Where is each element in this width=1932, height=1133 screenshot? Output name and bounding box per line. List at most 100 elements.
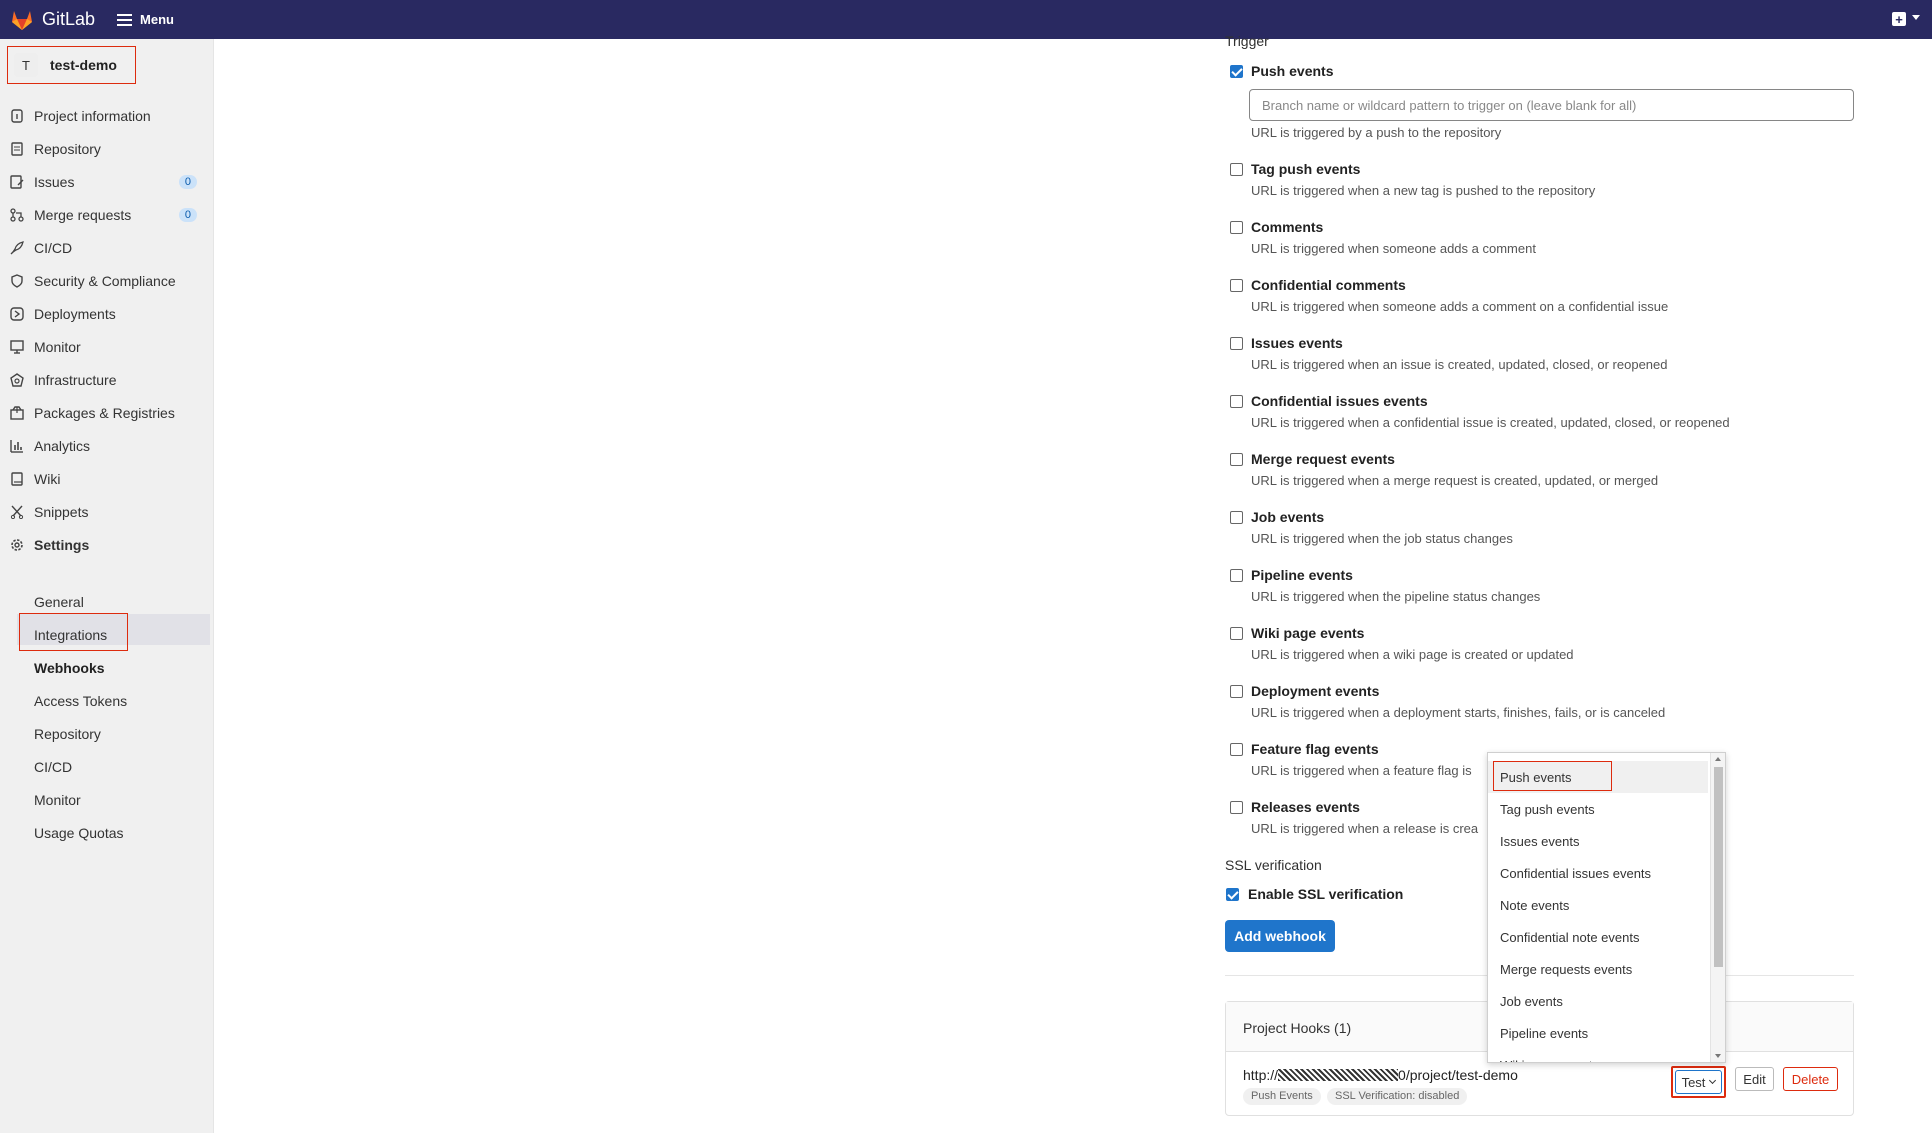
confidential-issues-events-checkbox[interactable] — [1230, 395, 1243, 408]
project-avatar: T — [14, 53, 38, 77]
ssl-status-chip: SSL Verification: disabled — [1327, 1088, 1468, 1105]
sidebar-item-project-information[interactable]: Project information — [0, 102, 214, 130]
gear-icon — [10, 538, 24, 552]
settings-sub-monitor[interactable]: Monitor — [34, 792, 81, 808]
sidebar-item-label: Security & Compliance — [34, 273, 176, 289]
sidebar-item-deployments[interactable]: Deployments — [0, 300, 214, 328]
settings-sub-access-tokens[interactable]: Access Tokens — [34, 693, 127, 709]
package-icon — [10, 406, 24, 420]
comments-checkbox[interactable] — [1230, 221, 1243, 234]
settings-sub-repository[interactable]: Repository — [34, 726, 101, 742]
settings-sub-ci-cd[interactable]: CI/CD — [34, 759, 72, 775]
sidebar-item-repository[interactable]: Repository — [0, 135, 214, 163]
event-description: URL is triggered when the job status cha… — [1251, 531, 1513, 546]
push-events-checkbox[interactable] — [1230, 65, 1243, 78]
sidebar-item-settings[interactable]: Settings — [0, 531, 214, 559]
sidebar-item-label: Project information — [34, 108, 151, 124]
sidebar-item-label: Deployments — [34, 306, 116, 322]
rocket-icon — [10, 241, 24, 255]
sidebar-item-infrastructure[interactable]: Infrastructure — [0, 366, 214, 394]
sidebar-item-wiki[interactable]: Wiki — [0, 465, 214, 493]
sidebar-item-analytics[interactable]: Analytics — [0, 432, 214, 460]
confidential-comments-checkbox[interactable] — [1230, 279, 1243, 292]
doc-icon — [10, 142, 24, 156]
tag-push-events-checkbox[interactable] — [1230, 163, 1243, 176]
settings-sub-general[interactable]: General — [34, 594, 84, 610]
settings-sub-usage-quotas[interactable]: Usage Quotas — [34, 825, 124, 841]
hamburger-icon — [117, 13, 133, 26]
test-hook-button[interactable]: Test — [1675, 1070, 1722, 1094]
sidebar-item-label: CI/CD — [34, 240, 73, 256]
delete-hook-button[interactable]: Delete — [1783, 1067, 1838, 1091]
sidebar-item-label: Issues — [34, 174, 75, 190]
project-header[interactable]: T test-demo — [7, 46, 136, 84]
releases-events-checkbox[interactable] — [1230, 801, 1243, 814]
branch-filter-input[interactable] — [1249, 89, 1854, 121]
pipeline-events-checkbox[interactable] — [1230, 569, 1243, 582]
settings-sub-webhooks[interactable]: Webhooks — [34, 660, 105, 676]
hook-url-suffix: 0/project/test-demo — [1398, 1067, 1518, 1083]
event-label: Tag push events — [1251, 161, 1361, 177]
logo-text: GitLab — [42, 9, 96, 29]
sidebar-item-label: Merge requests — [34, 207, 132, 223]
dropdown-item-confidential-issues-events[interactable]: Confidential issues events — [1488, 857, 1708, 889]
sidebar-item-label: Settings — [34, 537, 90, 553]
scrollbar-thumb[interactable] — [1714, 767, 1723, 967]
sidebar: T test-demo Project information Reposito… — [0, 39, 214, 1133]
dropdown-item-job-events[interactable]: Job events — [1488, 985, 1708, 1017]
dropdown-item-wiki-page-events[interactable]: Wiki page events — [1488, 1049, 1708, 1063]
sidebar-item-label: Repository — [34, 141, 101, 157]
book-icon — [10, 472, 24, 486]
sidebar-item-label: Snippets — [34, 504, 89, 520]
event-description: URL is triggered when an issue is create… — [1251, 357, 1668, 372]
info-icon — [10, 109, 24, 123]
issues-events-checkbox[interactable] — [1230, 337, 1243, 350]
sidebar-item-packages-registries[interactable]: Packages & Registries — [0, 399, 214, 427]
enable-ssl-checkbox[interactable] — [1226, 888, 1239, 901]
cloud-icon — [10, 373, 24, 387]
project-name: test-demo — [50, 57, 117, 73]
event-label: Feature flag events — [1251, 741, 1379, 757]
event-description: URL is triggered when a deployment start… — [1251, 705, 1666, 720]
dropdown-item-confidential-note-events[interactable]: Confidential note events — [1488, 921, 1708, 953]
scroll-up-icon[interactable] — [1715, 757, 1721, 761]
test-events-dropdown: Push events Tag push events Issues event… — [1487, 752, 1726, 1063]
event-description: URL is triggered when someone adds a com… — [1251, 241, 1536, 256]
edit-hook-button[interactable]: Edit — [1735, 1067, 1774, 1091]
ssl-verification-heading: SSL verification — [1225, 857, 1322, 873]
event-label: Confidential issues events — [1251, 393, 1428, 409]
dropdown-item-merge-requests-events[interactable]: Merge requests events — [1488, 953, 1708, 985]
sidebar-item-security-compliance[interactable]: Security & Compliance — [0, 267, 214, 295]
sidebar-item-issues[interactable]: Issues 0 — [0, 168, 214, 196]
chevron-down-icon[interactable] — [1912, 15, 1920, 20]
sidebar-item-merge-requests[interactable]: Merge requests 0 — [0, 201, 214, 229]
dropdown-item-pipeline-events[interactable]: Pipeline events — [1488, 1017, 1708, 1049]
sidebar-item-snippets[interactable]: Snippets — [0, 498, 214, 526]
hook-url[interactable]: http:// 0/project/test-demo — [1243, 1067, 1518, 1083]
sidebar-item-monitor[interactable]: Monitor — [0, 333, 214, 361]
sidebar-item-label: Packages & Registries — [34, 405, 175, 421]
test-hook-button-highlight: Test — [1671, 1066, 1726, 1098]
deployment-events-checkbox[interactable] — [1230, 685, 1243, 698]
dropdown-item-issues-events[interactable]: Issues events — [1488, 825, 1708, 857]
add-webhook-button[interactable]: Add webhook — [1225, 920, 1335, 952]
event-description: URL is triggered when a wiki page is cre… — [1251, 647, 1574, 662]
scroll-down-icon[interactable] — [1715, 1054, 1721, 1058]
tanuki-icon — [12, 10, 32, 30]
merge-request-events-checkbox[interactable] — [1230, 453, 1243, 466]
sidebar-item-ci-cd[interactable]: CI/CD — [0, 234, 214, 262]
job-events-checkbox[interactable] — [1230, 511, 1243, 524]
dropdown-item-tag-push-events[interactable]: Tag push events — [1488, 793, 1708, 825]
event-description: URL is triggered when a new tag is pushe… — [1251, 183, 1596, 198]
event-description: URL is triggered when a confidential iss… — [1251, 415, 1730, 430]
event-description: URL is triggered when a feature flag is — [1251, 763, 1472, 778]
dropdown-item-note-events[interactable]: Note events — [1488, 889, 1708, 921]
plus-icon[interactable]: + — [1892, 12, 1906, 26]
gitlab-logo[interactable]: GitLab — [10, 9, 95, 31]
scissors-icon — [10, 505, 24, 519]
dropdown-scrollbar[interactable] — [1710, 753, 1725, 1062]
wiki-page-events-checkbox[interactable] — [1230, 627, 1243, 640]
menu-button[interactable]: Menu — [117, 12, 174, 27]
issues-icon — [10, 175, 24, 189]
feature-flag-events-checkbox[interactable] — [1230, 743, 1243, 756]
